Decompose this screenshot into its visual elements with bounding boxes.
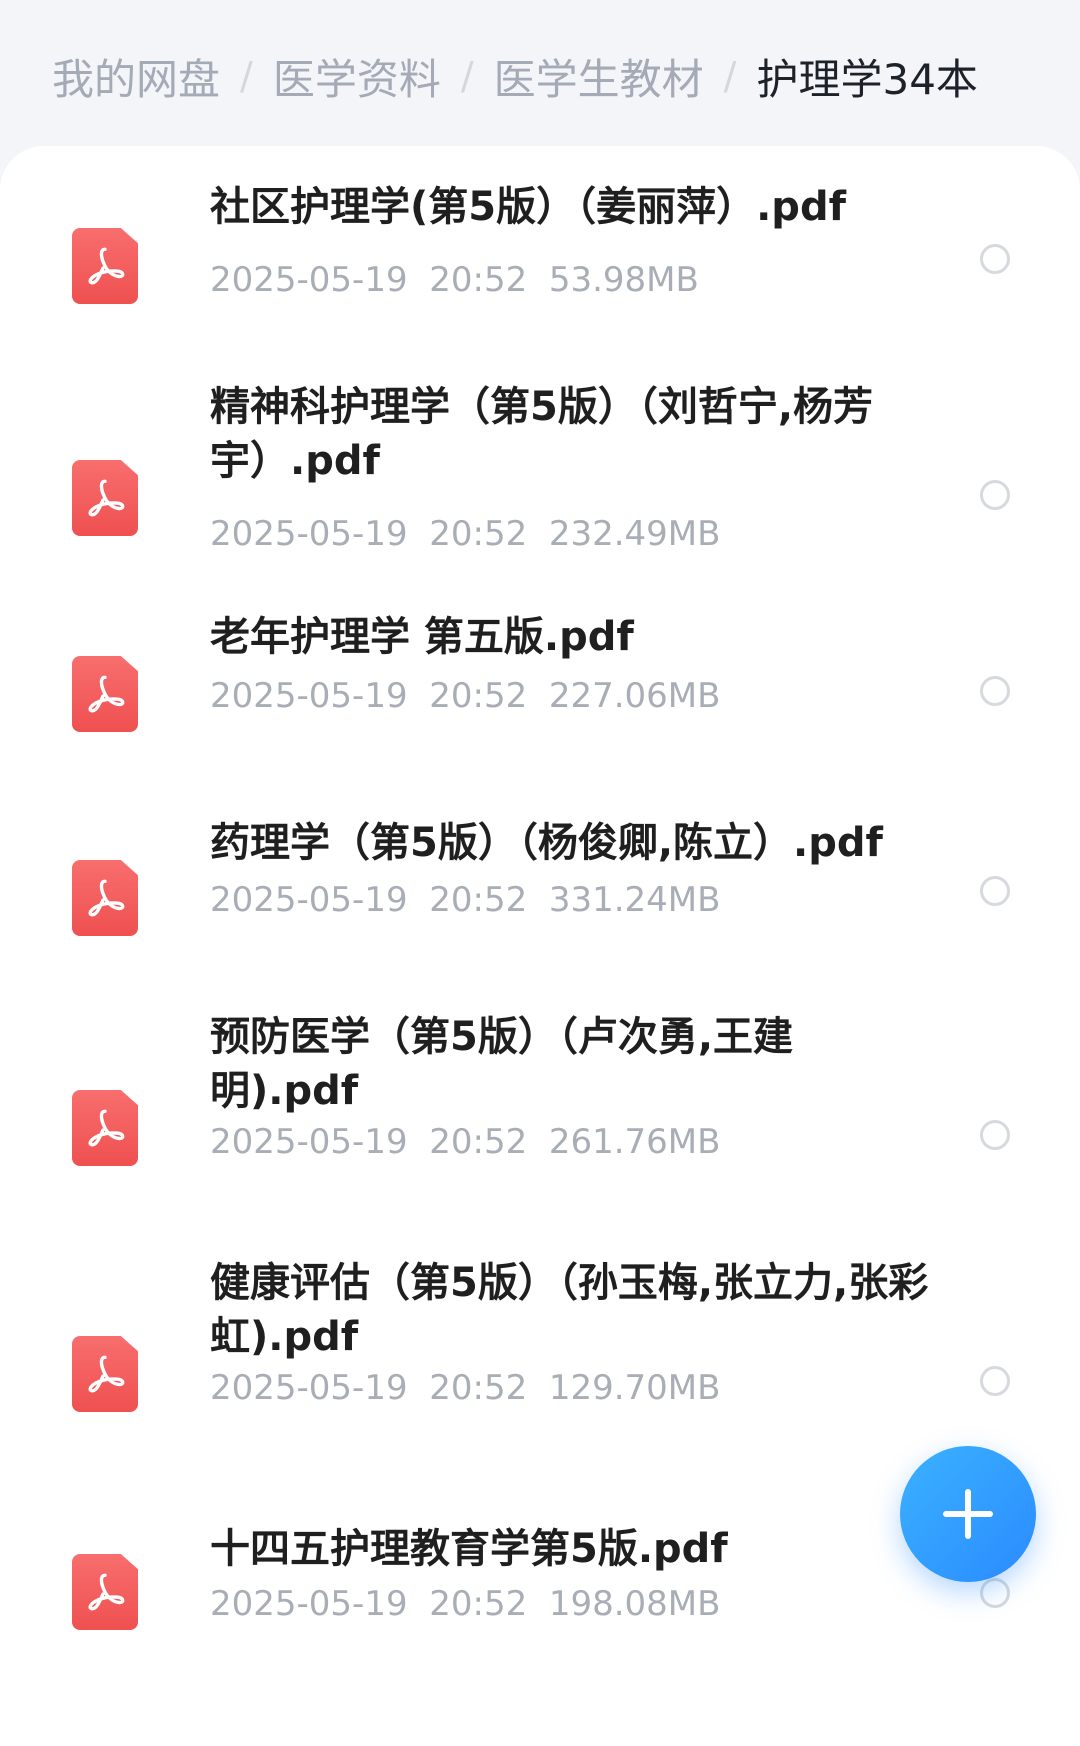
breadcrumb-item-my-drive[interactable]: 我的网盘 xyxy=(52,46,220,107)
select-radio[interactable] xyxy=(980,480,1010,510)
file-date: 2025-05-19 xyxy=(210,260,408,300)
breadcrumb: 我的网盘 / 医学资料 / 医学生教材 / 护理学34本 xyxy=(52,44,1060,108)
file-name: 预防医学（第5版）（卢次勇,王建明).pdf xyxy=(210,1014,794,1114)
file-time: 20:52 xyxy=(429,1584,528,1624)
pdf-icon xyxy=(72,860,138,936)
file-time: 20:52 xyxy=(429,1122,528,1162)
file-name: 健康评估（第5版）（孙玉梅,张立力,张彩虹).pdf xyxy=(210,1260,929,1360)
file-date: 2025-05-19 xyxy=(210,1368,408,1408)
file-name: 十四五护理教育学第5版.pdf xyxy=(210,1526,728,1572)
file-time: 20:52 xyxy=(429,880,528,920)
select-radio[interactable] xyxy=(980,1578,1010,1608)
select-radio[interactable] xyxy=(980,876,1010,906)
pdf-icon xyxy=(72,656,138,732)
file-list-item[interactable]: 老年护理学 第五版.pdf 2025-05-19 20:52 227.06MB xyxy=(0,614,1080,806)
pdf-icon xyxy=(72,1336,138,1412)
file-list-item[interactable]: 预防医学（第5版）（卢次勇,王建明).pdf 2025-05-19 20:52 … xyxy=(0,1014,1080,1260)
pdf-icon xyxy=(72,460,138,536)
file-date: 2025-05-19 xyxy=(210,1122,408,1162)
file-size: 232.49MB xyxy=(548,514,721,554)
pdf-icon xyxy=(72,1090,138,1166)
file-list-item[interactable]: 精神科护理学（第5版）（刘哲宁,杨芳宇）.pdf 2025-05-19 20:5… xyxy=(0,384,1080,614)
file-list-item[interactable]: 社区护理学(第5版）（姜丽萍）.pdf 2025-05-19 20:52 53.… xyxy=(0,170,1080,350)
breadcrumb-separator: / xyxy=(460,54,474,98)
select-radio[interactable] xyxy=(980,244,1010,274)
file-name: 社区护理学(第5版）（姜丽萍）.pdf xyxy=(210,184,846,230)
breadcrumb-item-medical-textbooks[interactable]: 医学生教材 xyxy=(494,46,704,107)
file-name: 药理学（第5版）（杨俊卿,陈立）.pdf xyxy=(210,820,883,866)
file-date: 2025-05-19 xyxy=(210,1584,408,1624)
file-size: 198.08MB xyxy=(548,1584,721,1624)
file-meta: 2025-05-19 20:52 261.76MB xyxy=(210,1122,720,1162)
breadcrumb-separator: / xyxy=(240,54,253,98)
breadcrumb-separator: / xyxy=(723,54,737,98)
file-meta: 2025-05-19 20:52 331.24MB xyxy=(210,880,720,920)
select-radio[interactable] xyxy=(980,1366,1010,1396)
file-time: 20:52 xyxy=(429,514,528,554)
file-time: 20:52 xyxy=(429,1368,528,1408)
file-time: 20:52 xyxy=(429,260,528,300)
add-button[interactable] xyxy=(900,1446,1036,1582)
file-date: 2025-05-19 xyxy=(210,514,408,554)
plus-icon xyxy=(943,1489,993,1539)
file-size: 331.24MB xyxy=(548,880,721,920)
file-size: 227.06MB xyxy=(548,676,721,716)
file-date: 2025-05-19 xyxy=(210,880,408,920)
pdf-icon xyxy=(72,228,138,304)
pdf-icon xyxy=(72,1554,138,1630)
breadcrumb-item-medical-materials[interactable]: 医学资料 xyxy=(273,46,441,107)
file-list-item[interactable]: 药理学（第5版）（杨俊卿,陈立）.pdf 2025-05-19 20:52 33… xyxy=(0,820,1080,1016)
file-meta: 2025-05-19 20:52 53.98MB xyxy=(210,260,699,300)
breadcrumb-item-current-folder: 护理学34本 xyxy=(756,54,978,104)
file-size: 53.98MB xyxy=(548,260,699,300)
file-date: 2025-05-19 xyxy=(210,676,408,716)
file-meta: 2025-05-19 20:52 129.70MB xyxy=(210,1368,720,1408)
file-size: 129.70MB xyxy=(548,1368,721,1408)
select-radio[interactable] xyxy=(980,676,1010,706)
file-name: 老年护理学 第五版.pdf xyxy=(210,614,634,660)
file-meta: 2025-05-19 20:52 232.49MB xyxy=(210,514,720,554)
file-meta: 2025-05-19 20:52 198.08MB xyxy=(210,1584,720,1624)
file-size: 261.76MB xyxy=(548,1122,721,1162)
select-radio[interactable] xyxy=(980,1120,1010,1150)
file-time: 20:52 xyxy=(429,676,528,716)
file-meta: 2025-05-19 20:52 227.06MB xyxy=(210,676,720,716)
file-name: 精神科护理学（第5版）（刘哲宁,杨芳宇）.pdf xyxy=(210,384,874,484)
